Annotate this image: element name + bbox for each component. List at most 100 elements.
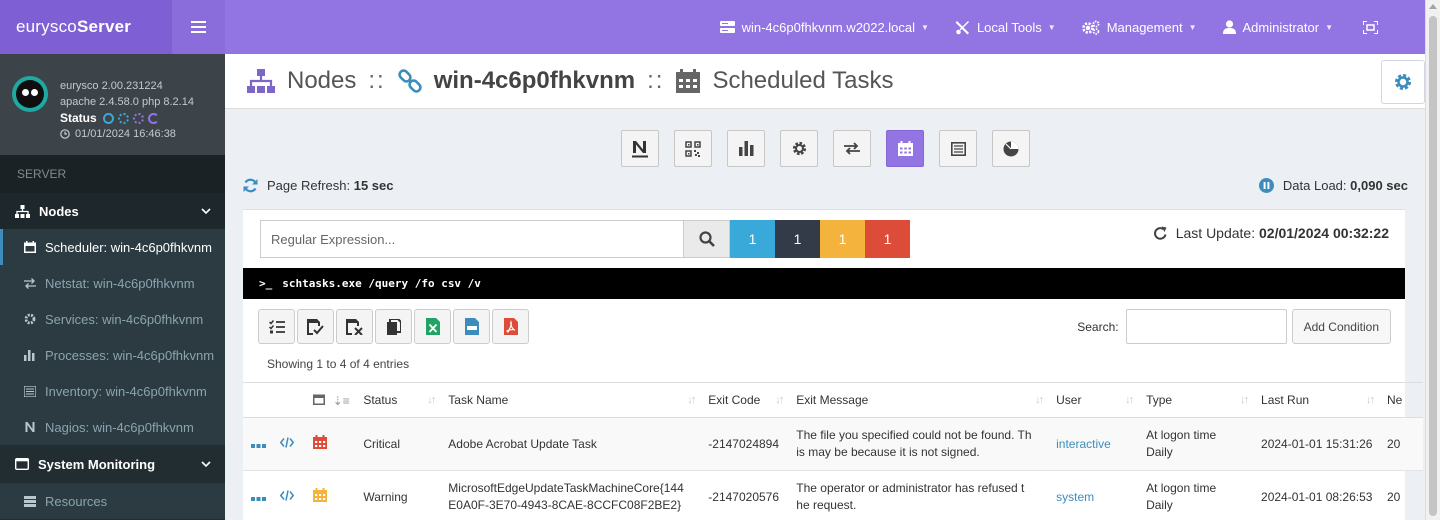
scheduler-view-button[interactable]	[886, 130, 924, 167]
excel-icon	[425, 318, 440, 335]
column-header-task-name[interactable]: Task Name ↓↑	[440, 382, 701, 418]
sidebar-item-netstat[interactable]: Netstat: win-4c6p0fhkvnm	[0, 265, 225, 301]
scroll-up-icon[interactable]	[1429, 4, 1437, 9]
sidebar-item-nodes[interactable]: Nodes	[0, 193, 225, 229]
management-label: Management	[1106, 19, 1183, 35]
export-csv-button[interactable]	[453, 309, 490, 344]
app-logo[interactable]: euryscoServer	[0, 0, 225, 54]
sidebar-item-label: Nagios: win-4c6p0fhkvnm	[45, 419, 194, 435]
table-search-input[interactable]	[1125, 309, 1287, 344]
code-icon[interactable]	[280, 436, 295, 453]
sort-icon: ↓↑	[1035, 394, 1044, 406]
regex-filter-input[interactable]	[260, 220, 684, 258]
netstat-view-button[interactable]	[833, 130, 871, 167]
column-header-type[interactable]: Type ↓↑	[1138, 382, 1254, 418]
sidebar-toggle-button[interactable]	[172, 0, 225, 54]
csv-icon	[464, 318, 479, 335]
pause-icon	[1258, 178, 1274, 193]
settings-button[interactable]	[1381, 60, 1425, 104]
breadcrumb-separator: ::	[368, 67, 386, 94]
sidebar-item-label: Processes: win-4c6p0fhkvnm	[45, 347, 215, 363]
search-button[interactable]	[684, 220, 730, 258]
status-timestamp: 01/01/2024 16:46:38	[60, 126, 194, 142]
user-link[interactable]: system	[1056, 490, 1094, 504]
column-header-last-run[interactable]: Last Run ↓↑	[1253, 382, 1379, 418]
user-menu[interactable]: Administrator ▼	[1222, 20, 1333, 35]
table-row[interactable]: Warning MicrosoftEdgeUpdateTaskMachineCo…	[243, 470, 1423, 520]
code-icon[interactable]	[280, 489, 295, 506]
brand-name: euryscoServer	[16, 17, 132, 36]
save-state-button[interactable]	[297, 309, 334, 344]
copy-button[interactable]	[375, 309, 412, 344]
scrollbar-thumb[interactable]	[1429, 16, 1437, 516]
column-header-user[interactable]: User ↓↑	[1048, 382, 1139, 418]
cell-user[interactable]: system	[1048, 470, 1139, 520]
status-label: Status	[60, 111, 97, 125]
pdf-icon	[503, 318, 518, 335]
sidebar-item-inventory[interactable]: Inventory: win-4c6p0fhkvnm	[0, 373, 225, 409]
column-header-next-run[interactable]: Ne	[1378, 382, 1423, 418]
gear-icon	[792, 141, 806, 156]
sidebar-section-header: SERVER	[0, 155, 225, 193]
disk-view-button[interactable]	[992, 130, 1030, 167]
column-header-exit-code[interactable]: Exit Code ↓↑	[700, 382, 789, 418]
sidebar-item-resources[interactable]: Resources	[0, 483, 225, 519]
count-critical-badge[interactable]: 1	[865, 220, 910, 258]
count-dark-badge[interactable]: 1	[775, 220, 820, 258]
inventory-view-button[interactable]	[939, 130, 977, 167]
nagios-view-button[interactable]	[621, 130, 659, 167]
cell-user[interactable]: interactive	[1048, 417, 1139, 471]
sidebar-item-nagios[interactable]: Nagios: win-4c6p0fhkvnm	[0, 409, 225, 445]
sitemap-icon	[15, 204, 30, 218]
user-link[interactable]: interactive	[1056, 437, 1111, 451]
sort-icon: ↓↑	[687, 394, 696, 406]
sidebar-item-system-monitoring[interactable]: System Monitoring	[0, 445, 225, 483]
sidebar-item-scheduler[interactable]: Scheduler: win-4c6p0fhkvnm	[0, 229, 225, 265]
last-update: Last Update: 02/01/2024 00:32:22	[1153, 225, 1389, 241]
cell-next-run: 20	[1378, 417, 1423, 471]
local-tools-menu[interactable]: Local Tools ▼	[955, 20, 1056, 35]
table-row[interactable]: Critical Adobe Acrobat Update Task -2147…	[243, 417, 1423, 471]
sidebar-item-label: Resources	[45, 493, 108, 509]
user-icon	[1222, 20, 1236, 34]
server-icon	[719, 20, 735, 33]
more-icon[interactable]	[251, 489, 266, 506]
qrcode-icon	[685, 140, 701, 157]
sidebar-item-label: Scheduler: win-4c6p0fhkvnm	[45, 239, 212, 255]
clear-state-button[interactable]	[336, 309, 373, 344]
cell-status: Critical	[355, 417, 441, 471]
count-info-badge[interactable]: 1	[730, 220, 775, 258]
add-condition-button[interactable]: Add Condition	[1291, 309, 1391, 344]
page-scrollbar[interactable]	[1425, 0, 1440, 520]
management-menu[interactable]: Management ▼	[1081, 19, 1197, 35]
exchange-icon	[844, 142, 860, 155]
host-menu[interactable]: win-4c6p0fhkvnm.w2022.local ▼	[719, 20, 929, 35]
column-header-exit-message[interactable]: Exit Message ↓↑	[788, 382, 1049, 418]
qrcode-view-button[interactable]	[674, 130, 712, 167]
more-icon[interactable]	[251, 436, 266, 453]
table-search: Search: Add Condition	[1077, 309, 1391, 344]
link-icon	[398, 69, 422, 93]
column-header-status[interactable]: Status ↓↑	[355, 382, 441, 418]
column-visibility-button[interactable]	[258, 309, 295, 344]
services-view-button[interactable]	[780, 130, 818, 167]
sidebar-item-services[interactable]: Services: win-4c6p0fhkvnm	[0, 301, 225, 337]
data-load-indicator[interactable]: Data Load: 0,090 sec	[1258, 178, 1408, 193]
sidebar: eurysco 2.00.231224 apache 2.4.58.0 php …	[0, 54, 225, 520]
export-pdf-button[interactable]	[492, 309, 529, 344]
page-title-section: Scheduled Tasks	[712, 67, 894, 94]
search-icon	[698, 231, 715, 247]
chevron-down-icon	[201, 460, 211, 467]
caret-down-icon: ▼	[1325, 22, 1333, 32]
count-warning-badge[interactable]: 1	[820, 220, 865, 258]
export-excel-button[interactable]	[414, 309, 451, 344]
processes-view-button[interactable]	[727, 130, 765, 167]
save-check-icon	[307, 318, 324, 335]
save-remove-icon	[346, 318, 363, 335]
page-refresh-indicator[interactable]: Page Refresh: 15 sec	[243, 178, 394, 193]
sidebar-item-processes[interactable]: Processes: win-4c6p0fhkvnm	[0, 337, 225, 373]
status-row: Status	[60, 110, 194, 126]
cell-type: At logon time Daily	[1138, 417, 1254, 471]
fullscreen-button[interactable]	[1363, 20, 1385, 34]
calendar-sort-header[interactable]: ⇣≡	[305, 382, 356, 418]
